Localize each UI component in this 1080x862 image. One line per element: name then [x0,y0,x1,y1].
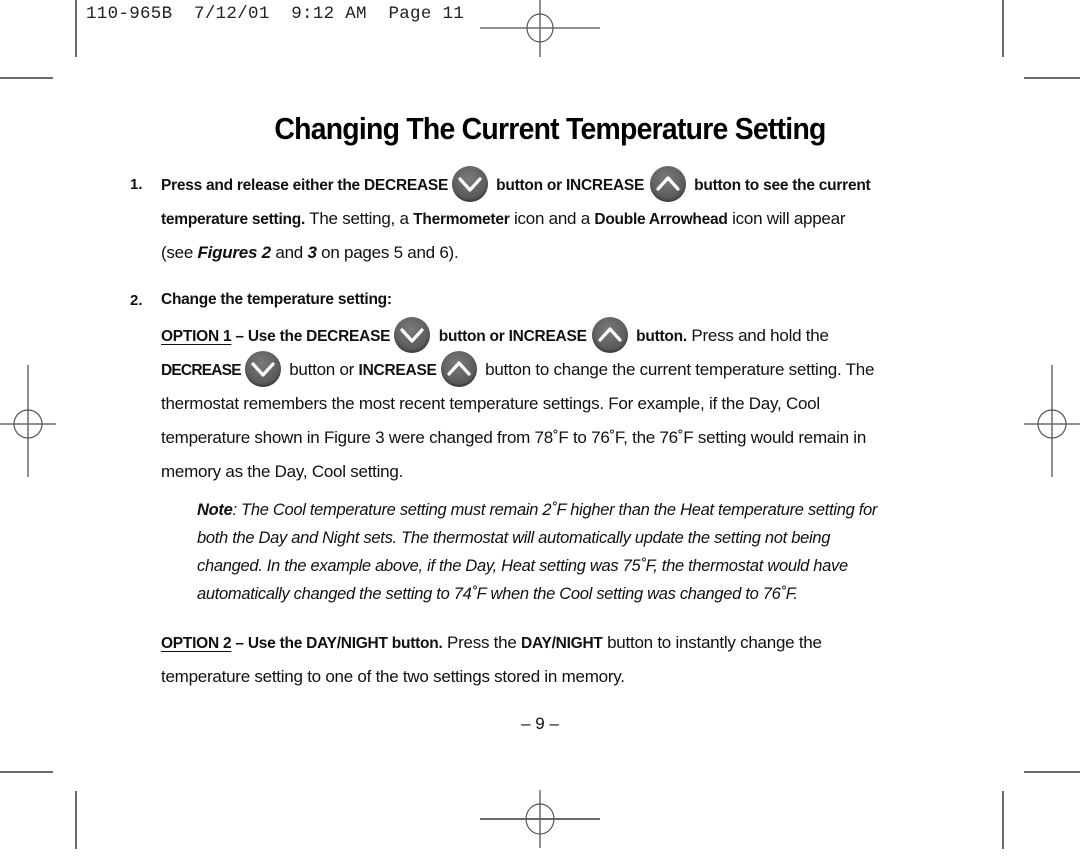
step-1-text: Press and release either the DECREASE [161,177,449,195]
option-2-text: – Use the DAY/NIGHT button. [231,635,443,652]
increase-button-icon [440,350,477,387]
step-1-text: icon and a [509,209,595,228]
registration-mark-left [0,365,56,477]
crop-mark [75,0,77,57]
step-1-line-1: Press and release either the DECREASE bu… [161,166,871,204]
option-2-line-1: OPTION 2 – Use the DAY/NIGHT button. Pre… [161,633,822,653]
decrease-button-icon [244,350,281,387]
option-2-line-2: temperature setting to one of the two se… [161,667,625,686]
print-slug: 110-965B 7/12/01 9:12 AM Page 11 [86,4,465,24]
note-line-1: Note: The Cool temperature setting must … [197,501,877,520]
note-line-3: changed. In the example above, if the Da… [197,557,848,575]
step-1-text: button or INCREASE [496,177,645,195]
step-1-text: and [270,243,308,262]
step-1-line-3: (see Figures 2 and 3 on pages 5 and 6). [161,243,459,263]
note-line-4: automatically changed the setting to 74˚… [197,585,798,603]
registration-mark-bottom [480,790,600,848]
step-1-text: button to see the current [694,177,871,195]
page-number: – 9 – [521,714,559,733]
note-line-2: both the Day and Night sets. The thermos… [197,529,831,547]
crop-mark [1024,771,1080,773]
option-1-text: button to change the current temperature… [485,360,875,379]
option-1-line-4: temperature shown in Figure 3 were chang… [161,428,867,447]
crop-mark [0,77,53,79]
step-1-bold: temperature setting. [161,211,306,228]
step-1-number: 1. [130,176,143,193]
option-1-text: button. [636,328,687,345]
decrease-button-icon [452,166,489,202]
double-arrowhead-term: Double Arrowhead [594,211,728,228]
day-night-term: DAY/NIGHT [521,635,603,652]
step-1-text: (see [161,243,198,262]
increase-button-icon [591,316,628,353]
figures-reference: Figures 2 [197,243,272,262]
crop-mark [1002,0,1004,57]
crop-mark [1002,791,1004,849]
step-1-text: icon will appear [727,209,846,228]
increase-term: INCREASE [358,362,437,379]
step-2-number: 2. [130,292,143,309]
step-2-heading: Change the temperature setting: [161,291,392,308]
option-1-line-3: thermostat remembers the most recent tem… [161,394,820,413]
step-1-text: The setting, a [305,209,414,228]
figure-3-reference: 3 [307,243,317,262]
step-1-line-2: temperature setting. The setting, a Ther… [161,209,846,229]
option-1-line-2: DECREASE button or INCREASE button to ch… [161,350,875,389]
crop-mark [75,791,77,849]
option-1-line-5: memory as the Day, Cool setting. [161,462,404,481]
registration-mark-right [1024,365,1080,477]
option-2-text: Press the [442,633,522,652]
option-1-text: – Use the DECREASE [231,328,391,345]
increase-button-icon [650,166,687,202]
option-1-text: button or [289,360,359,379]
decrease-button-icon [394,316,431,353]
note-text: : The Cool temperature setting must rema… [232,501,878,519]
registration-mark-top [480,0,600,57]
option-1-text: Press and hold the [686,326,829,345]
option-1-label: OPTION 1 [161,328,232,345]
option-2-label: OPTION 2 [161,635,232,652]
note-label: Note [197,501,233,519]
option-1-line-1: OPTION 1 – Use the DECREASE button or IN… [161,316,829,355]
option-1-text: button or INCREASE [438,328,587,345]
option-2-text: button to instantly change the [602,633,822,652]
crop-mark [0,771,53,773]
crop-mark [1024,77,1080,79]
step-1-text: on pages 5 and 6). [316,243,459,262]
page-title: Changing The Current Temperature Setting [274,112,826,146]
thermometer-term: Thermometer [413,211,510,228]
decrease-term: DECREASE [161,362,242,379]
